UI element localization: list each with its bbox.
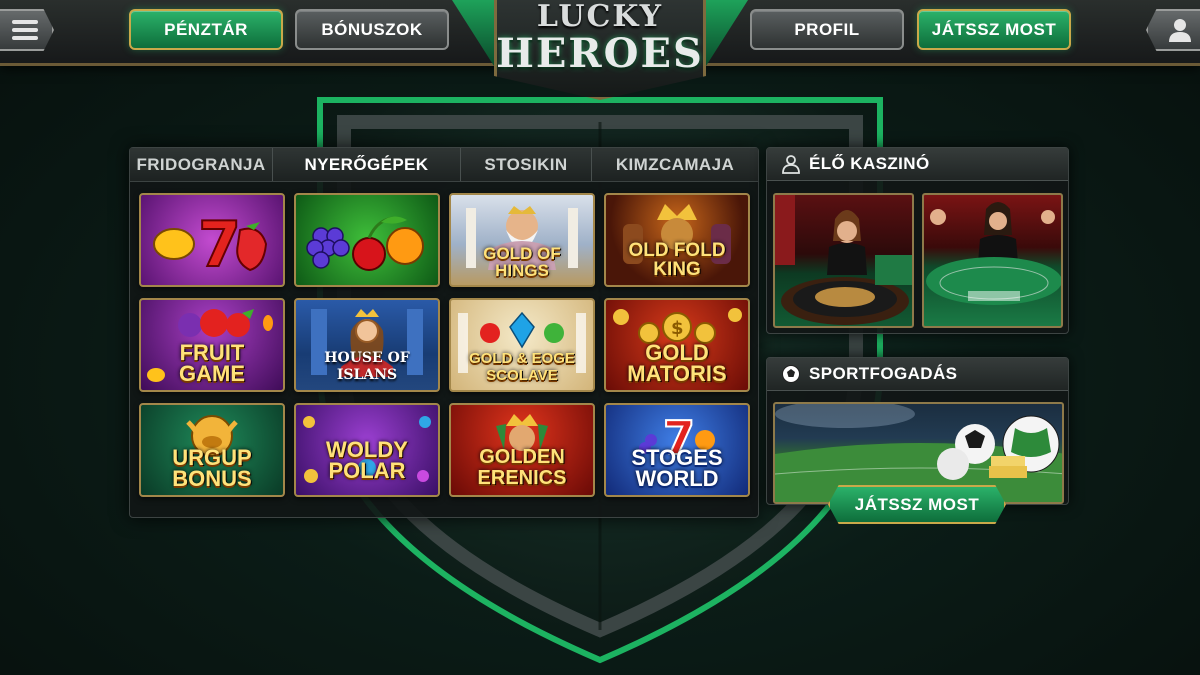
sports-header: SPORTFOGADÁS — [767, 358, 1068, 391]
game-tile-fruits[interactable] — [294, 193, 440, 287]
play-now-header-button[interactable]: JÁTSSZ MOST — [917, 9, 1071, 50]
blackjack-art — [926, 202, 1061, 305]
game-tile-golden-erenics[interactable]: GOLDEN ERENICS — [449, 403, 595, 497]
game-tile-fruit-seven[interactable]: 7 — [139, 193, 285, 287]
game-tile-woldy-polar[interactable]: WOLDY POLAR — [294, 403, 440, 497]
tab-stosikin[interactable]: STOSIKIN — [461, 148, 592, 181]
live-blackjack-thumbnail[interactable] — [922, 193, 1063, 328]
game-tile-stoges-world[interactable]: 7 STOGES WORLD — [604, 403, 750, 497]
menu-button[interactable] — [0, 9, 54, 51]
bonuses-button[interactable]: BÓNUSZOK — [295, 9, 449, 50]
dealer-icon — [781, 154, 801, 174]
game-title: FRUIT GAME — [179, 340, 245, 386]
game-tile-urgup-bonus[interactable]: URGUP BONUS — [139, 403, 285, 497]
tab-kimzcamaja[interactable]: KIMZCAMAJA — [592, 148, 758, 181]
game-tile-gold-matoris[interactable]: $ GOLD MATORIS — [604, 298, 750, 392]
game-title: HOUSE OF ISLANS — [324, 350, 410, 383]
fruits-art — [296, 195, 438, 285]
sports-play-now-button[interactable]: JÁTSSZ MOST — [828, 485, 1006, 524]
profile-button[interactable]: PROFIL — [750, 9, 904, 50]
cashier-button[interactable]: PÉNZTÁR — [129, 9, 283, 50]
roulette-art — [775, 195, 912, 325]
svg-text:$: $ — [671, 318, 684, 339]
logo-text-top: LUCKY — [536, 0, 664, 34]
tab-nyerogepek[interactable]: NYERŐGÉPEK — [273, 148, 461, 181]
game-title: GOLDEN ERENICS — [477, 446, 567, 489]
game-title: OLD FOLD KING — [628, 240, 726, 280]
user-account-button[interactable] — [1146, 9, 1200, 51]
sports-betting-card: SPORTFOGADÁS JÁTSSZ MOST — [766, 357, 1069, 524]
game-title: WOLDY POLAR — [326, 437, 408, 483]
games-panel: FRIDOGRANJA NYERŐGÉPEK STOSIKIN KIMZCAMA… — [129, 147, 759, 518]
hamburger-menu-icon — [12, 16, 38, 44]
live-roulette-thumbnail[interactable] — [773, 193, 914, 328]
game-tile-gold-of-hings[interactable]: GOLD OF HINGS — [449, 193, 595, 287]
live-casino-card: ÉLŐ KASZINÓ — [766, 147, 1069, 334]
game-tile-gold-eoge-scolave[interactable]: GOLD & EOGE SCOLAVE — [449, 298, 595, 392]
game-tile-old-fold-king[interactable]: OLD FOLD KING — [604, 193, 750, 287]
tab-fridogranja[interactable]: FRIDOGRANJA — [130, 148, 273, 181]
user-icon — [1169, 19, 1191, 42]
game-title — [208, 279, 216, 285]
game-title: GOLD MATORIS — [627, 340, 727, 386]
game-title: GOLD OF HINGS — [483, 244, 561, 280]
game-title: URGUP BONUS — [172, 445, 252, 491]
svg-text:7: 7 — [198, 208, 241, 280]
game-tile-house-of-islans[interactable]: HOUSE OF ISLANS — [294, 298, 440, 392]
game-tile-fruit-game[interactable]: FRUIT GAME — [139, 298, 285, 392]
soccer-ball-icon — [781, 364, 801, 384]
game-title: STOGES WORLD — [631, 445, 723, 491]
fruit-seven-art: 7 — [141, 195, 283, 285]
logo-text-bottom: HEROES — [496, 30, 704, 77]
sports-title: SPORTFOGADÁS — [809, 364, 958, 383]
live-casino-header: ÉLŐ KASZINÓ — [767, 148, 1068, 181]
live-casino-title: ÉLŐ KASZINÓ — [809, 154, 930, 173]
game-title — [363, 279, 371, 285]
game-grid: 7 GOLD OF HINGS OLD FOLD KING FRUIT GAME… — [139, 193, 750, 497]
game-title: GOLD & EOGE SCOLAVE — [469, 350, 575, 384]
category-tabs: FRIDOGRANJA NYERŐGÉPEK STOSIKIN KIMZCAMA… — [130, 148, 758, 182]
